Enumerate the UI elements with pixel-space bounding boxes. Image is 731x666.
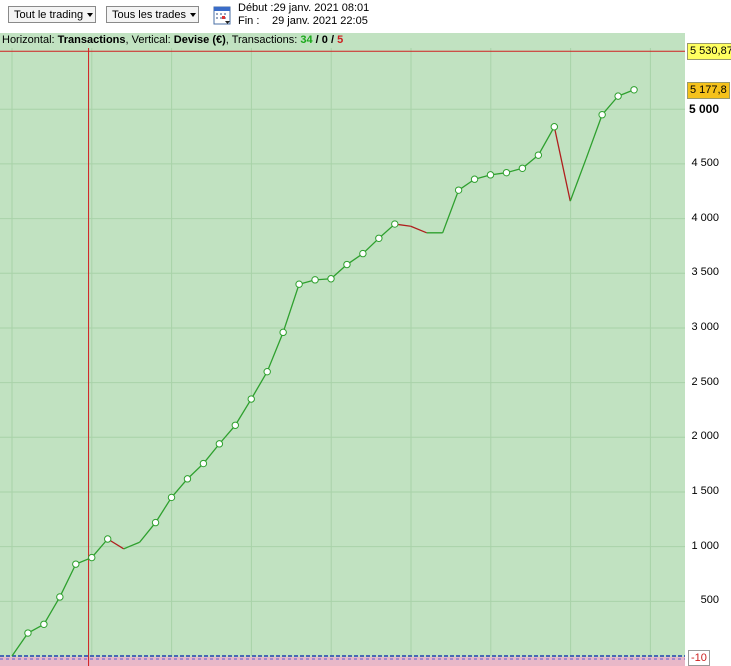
data-point — [247, 395, 255, 403]
max-value-label: 5 530,87 — [687, 43, 731, 61]
data-point — [231, 421, 240, 429]
end-label: Fin : — [238, 15, 260, 27]
equity-chart[interactable] — [0, 48, 685, 666]
loss-count: 5 — [337, 34, 344, 46]
y-tick-label: 5 000 — [688, 102, 719, 117]
negative-value-label: -10 — [688, 650, 710, 666]
data-point — [327, 275, 335, 283]
chart-info-bar: Horizontal: Transactions, Vertical: Devi… — [0, 33, 685, 48]
horizontal-label: Horizontal: — [2, 34, 58, 46]
date-range: Début :29 janv. 2021 08:01 Fin : 29 janv.… — [238, 2, 369, 28]
data-point — [311, 276, 319, 284]
plot-background — [0, 48, 685, 666]
data-point — [550, 123, 558, 131]
y-tick-label: 500 — [700, 594, 719, 607]
y-tick-label: 1 500 — [691, 484, 719, 497]
data-point — [486, 171, 495, 179]
data-point — [454, 186, 463, 194]
vertical-label: , Vertical: — [125, 34, 174, 46]
data-point — [598, 111, 606, 119]
data-point — [391, 220, 399, 228]
bottom-band — [0, 657, 685, 666]
data-point — [24, 629, 32, 637]
y-tick-label: 3 500 — [691, 266, 719, 279]
horizontal-value: Transactions — [57, 34, 126, 46]
vertical-value: Devise (€) — [173, 34, 226, 46]
data-point — [199, 459, 208, 468]
data-point — [375, 234, 383, 242]
data-point — [72, 560, 80, 568]
calendar-icon — [213, 6, 231, 25]
toolbar: Tout le trading Tous les trades Début :2… — [0, 0, 731, 33]
data-point — [470, 175, 479, 183]
data-point — [167, 493, 176, 502]
current-value-label: 5 177,8 — [687, 81, 730, 99]
count-separator: / — [312, 34, 322, 46]
start-label: Début : — [238, 2, 274, 14]
data-point — [104, 535, 112, 543]
y-tick-label: 3 000 — [691, 320, 719, 333]
data-point — [534, 151, 543, 159]
start-date-row: Début :29 janv. 2021 08:01 — [238, 2, 369, 15]
trading-scope-dropdown[interactable]: Tout le trading — [8, 6, 96, 23]
y-tick-label: 1 000 — [691, 539, 719, 552]
data-point — [56, 593, 64, 601]
end-value: 29 janv. 2021 22:05 — [272, 15, 368, 27]
y-tick-label: 4 500 — [691, 156, 719, 169]
start-value: 29 janv. 2021 08:01 — [273, 2, 370, 14]
data-point — [295, 280, 303, 288]
data-point — [614, 92, 622, 100]
y-tick-label: 2 500 — [691, 375, 719, 388]
data-point — [502, 168, 511, 177]
data-point — [359, 249, 367, 258]
data-point — [263, 367, 271, 376]
count-separator: / — [327, 34, 338, 46]
data-point — [151, 518, 160, 527]
y-tick-label: 4 000 — [691, 211, 719, 224]
data-point — [183, 475, 192, 483]
y-axis: 500 1 000 1 500 2 000 2 500 3 000 3 500 4 000 4 … — [685, 48, 731, 666]
data-point — [215, 440, 224, 448]
end-date-row: Fin : 29 janv. 2021 22:05 — [238, 15, 369, 28]
data-point — [40, 620, 48, 628]
calendar-button[interactable] — [213, 5, 231, 25]
y-tick-label: 2 000 — [691, 430, 719, 443]
transactions-label: , Transactions: — [225, 34, 301, 46]
chevron-down-icon — [87, 13, 94, 18]
data-point — [88, 553, 96, 562]
data-point — [279, 328, 287, 337]
trading-scope-label: Tout le trading — [14, 9, 84, 21]
chevron-down-icon — [189, 13, 196, 18]
win-count: 34 — [300, 34, 313, 46]
trades-filter-label: Tous les trades — [112, 9, 186, 21]
trades-filter-dropdown[interactable]: Tous les trades — [106, 6, 199, 23]
data-point — [518, 164, 527, 172]
data-point — [343, 260, 351, 269]
data-point — [630, 86, 638, 94]
